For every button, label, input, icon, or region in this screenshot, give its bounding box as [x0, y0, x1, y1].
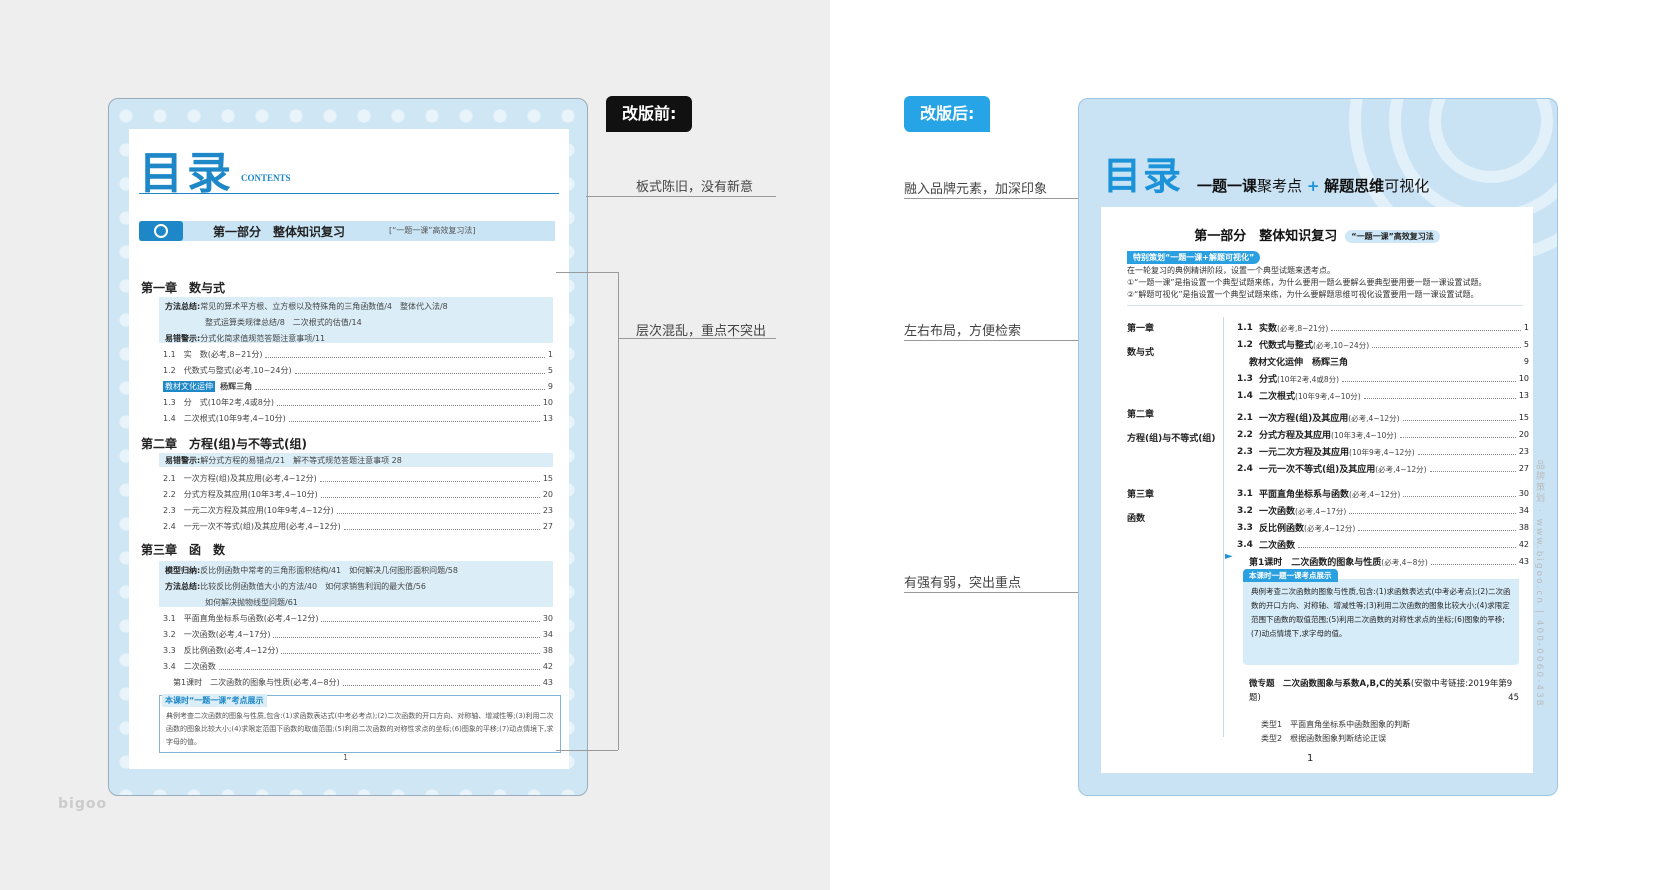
key-point-text: 典例考查二次函数的图象与性质,包含:(1)求函数表达式(中考必考点);(2)二次…: [1251, 587, 1511, 638]
key-point-text: 典例考查二次函数的图象与性质,包含:(1)求函数表达式(中考必考点);(2)二次…: [166, 712, 554, 746]
toc-entry[interactable]: 2.2 分式方程及其应用(10年3考,4~10分) 20: [163, 489, 553, 500]
part-title: 第一部分 整体知识复习: [213, 225, 346, 239]
note-text: 融入品牌元素，加深印象: [904, 182, 1048, 197]
part-header: 第一部分 整体知识复习 [“一题一课”高效复习法]: [139, 221, 555, 241]
toc-entry[interactable]: 1.3 分 式(10年2考,4或8分) 10: [163, 397, 553, 408]
after-sheet: 第一部分 整体知识复习 “一题一课”高效复习法 特别策划“一题一课+解题可视化” …: [1101, 207, 1533, 773]
key-point-box: 本课时一题一课考点展示 典例考查二次函数的图象与性质,包含:(1)求函数表达式(…: [1243, 569, 1519, 665]
toc-entry[interactable]: 1.3 分式(10年2考,4或8分) 10: [1237, 372, 1529, 386]
before-sheet: 目录 CONTENTS 第一部分 整体知识复习 [“一题一课”高效复习法] 第一…: [129, 129, 569, 769]
after-label: 改版后:: [904, 96, 991, 132]
toc-entry[interactable]: 2.3 一元二次方程及其应用(10年9考,4~12分) 23: [1237, 445, 1529, 459]
toc-entry[interactable]: 3.4 二次函数 42: [163, 661, 553, 672]
toc-entry[interactable]: 2.1 一次方程(组)及其应用(必考,4~12分) 15: [1237, 411, 1529, 425]
topic-type: 类型2 根据函数图象判断结论正误: [1261, 734, 1387, 743]
note-line: 模型归纳:反比例函数中常考的三角形面积结构/41 如何解决几何图形面积问题/58: [165, 566, 458, 575]
title-rule: [139, 193, 559, 194]
connector-line: [586, 196, 776, 197]
brand-logo: bigoo: [58, 796, 108, 812]
toc-entry[interactable]: 2.2 分式方程及其应用(10年3考,4~10分) 20: [1237, 428, 1529, 442]
toc-entry[interactable]: 1.2 代数式与整式(必考,10~24分) 5: [1237, 338, 1529, 352]
contents-label: CONTENTS: [241, 173, 291, 183]
special-tag: 特别策划“一题一课+解题可视化”: [1127, 251, 1261, 264]
part-subtitle: [“一题一课”高效复习法]: [389, 226, 476, 235]
connector-line: [904, 340, 1100, 341]
before-toc-page: 目录 CONTENTS 第一部分 整体知识复习 [“一题一课”高效复习法] 第一…: [108, 98, 588, 796]
toc-entry[interactable]: 2.3 一元二次方程及其应用(10年9考,4~12分) 23: [163, 505, 553, 516]
toc-entry[interactable]: 教材文化运伸 杨辉三角 9: [163, 381, 553, 392]
bracket-bottom: [556, 750, 618, 751]
part-header: 第一部分 整体知识复习 “一题一课”高效复习法: [1101, 225, 1533, 244]
page-title: 目录: [139, 148, 235, 199]
chapter-3-label: 第三章 函数: [1127, 490, 1155, 524]
play-arrow-icon: ►: [1225, 551, 1233, 562]
connector-line: [904, 198, 1080, 199]
note-text: 层次混乱，重点不突出: [636, 324, 767, 339]
chapter-2-label: 第二章 方程(组)与不等式(组): [1127, 410, 1216, 444]
toc-entry[interactable]: 1.4 二次根式(10年9考,4~10分) 13: [163, 413, 553, 424]
key-point-tag: 本课时“一题一课”考点展示: [162, 694, 267, 707]
toc-entry[interactable]: 2.1 一次方程(组)及其应用(必考,4~12分) 15: [163, 473, 553, 484]
key-point-tag: 本课时一题一课考点展示: [1243, 569, 1338, 582]
toc-entry[interactable]: 1.4 二次根式(10年9考,4~10分) 13: [1237, 389, 1529, 403]
note-line: 易错警示:解分式方程的易错点/21 解不等式规范答题注意事项 28: [165, 456, 402, 465]
toc-entry[interactable]: 3.4 二次函数 42: [1237, 538, 1529, 552]
toc-entry[interactable]: 3.2 一次函数(必考,4~17分) 34: [163, 629, 553, 640]
chapter-1-label: 第一章 数与式: [1127, 324, 1155, 358]
note-line: 方法总结:比较反比例函数值大小的方法/40 如何求销售利润的最大值/56: [165, 582, 426, 591]
note-text: 有强有弱，突出重点: [904, 576, 1022, 591]
page-number: 1: [343, 753, 349, 762]
toc-entry[interactable]: 3.1 平面直角坐标系与函数(必考,4~12分) 30: [163, 613, 553, 624]
before-label: 改版前:: [606, 96, 693, 132]
toc-entry[interactable]: 2.4 一元一次不等式(组)及其应用(必考,4~12分) 27: [1237, 462, 1529, 476]
note-text: 左右布局，方便检索: [904, 324, 1022, 339]
special-topic[interactable]: 微专题 二次函数图象与系数A,B,C的关系(安徽中考链接:2019年第9题) 45: [1249, 677, 1519, 705]
toc-entry[interactable]: 3.3 反比例函数(必考,4~12分) 38: [1237, 521, 1529, 535]
chapter-3-title: 第三章 函 数: [141, 543, 226, 557]
toc-entry[interactable]: 教材文化运伸 杨辉三角 9: [1249, 355, 1529, 368]
bracket-top: [556, 272, 618, 273]
page-subtitle: 一题一课聚考点 + 解题思维可视化: [1197, 177, 1430, 195]
page-number: 1: [1307, 753, 1314, 764]
note-line: 方法总结:常见的算术平方根、立方根以及特殊角的三角函数值/4 整体代入法/8: [165, 302, 448, 311]
intro-text: 在一轮复习的典例精讲阶段，设置一个典型试题来透考点。 ①“一题一课”是指设置一个…: [1127, 265, 1523, 306]
toc-entry[interactable]: 1.2 代数式与整式(必考,10~24分) 5: [163, 365, 553, 376]
note-line: 整式运算类规律总结/8 二次根式的估值/14: [205, 318, 362, 327]
toc-entry[interactable]: 1.1 实数(必考,8~21分) 1: [1237, 321, 1529, 335]
page-title: 目录: [1103, 154, 1184, 198]
toc-entry[interactable]: 1.1 实 数(必考,8~21分) 1: [163, 349, 553, 360]
chapter-1-title: 第一章 数与式: [141, 281, 226, 295]
note-line: 如何解决抛物线型问题/61: [205, 598, 298, 607]
toc-entry[interactable]: 3.2 一次函数(必考,4~17分) 34: [1237, 504, 1529, 518]
toc-entry[interactable]: 2.4 一元一次不等式(组)及其应用(必考,4~12分) 27: [163, 521, 553, 532]
toc-entry[interactable]: 3.3 反比例函数(必考,4~12分) 38: [163, 645, 553, 656]
chapter-2-title: 第二章 方程(组)与不等式(组): [141, 437, 307, 451]
toc-entry[interactable]: 3.1 平面直角坐标系与函数(必考,4~12分) 30: [1237, 487, 1529, 501]
topic-type: 类型1 平面直角坐标系中函数图象的判断: [1261, 720, 1411, 729]
toc-entry-highlight[interactable]: 第1课时 二次函数的图象与性质(必考,4~8分) 43: [1249, 555, 1529, 568]
column-divider: [1223, 317, 1224, 737]
note-line: 易错警示:分式化简求值规范答题注意事项/11: [165, 334, 326, 343]
key-point-box: 本课时“一题一课”考点展示 典例考查二次函数的图象与性质,包含:(1)求函数表达…: [159, 694, 561, 753]
toc-entry[interactable]: 第1课时 二次函数的图象与性质(必考,4~8分) 43: [173, 677, 553, 688]
watermark-text: 品牌策划 · www.bigoo.cn | 400-0060-438: [1534, 460, 1544, 708]
target-icon: [139, 221, 183, 241]
bracket-line: [618, 272, 619, 750]
after-toc-page: 目录 一题一课聚考点 + 解题思维可视化 第一部分 整体知识复习 “一题一课”高效…: [1078, 98, 1558, 796]
note-text: 板式陈旧，没有新意: [636, 180, 754, 195]
